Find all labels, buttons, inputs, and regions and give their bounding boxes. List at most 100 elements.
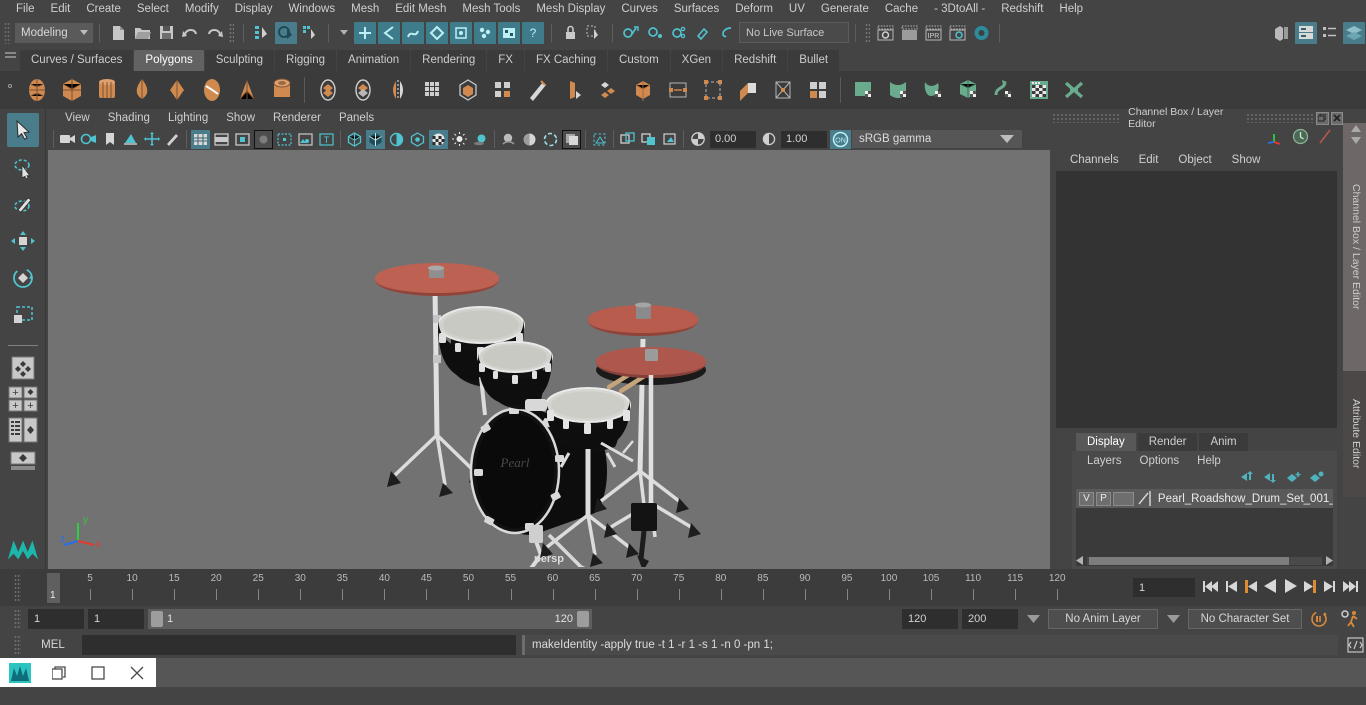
- poly-cut-icon[interactable]: [521, 74, 554, 107]
- menu-mesh-tools[interactable]: Mesh Tools: [454, 0, 528, 19]
- layout-presets[interactable]: [6, 447, 40, 475]
- save-scene-icon[interactable]: [155, 22, 177, 44]
- anim-start-field[interactable]: 1: [28, 609, 84, 629]
- menu-mesh-display[interactable]: Mesh Display: [528, 0, 613, 19]
- snap-to-point-icon[interactable]: [402, 22, 424, 44]
- step-back-frame-icon[interactable]: [1244, 579, 1258, 597]
- panel-grip-right[interactable]: [1246, 113, 1314, 123]
- menu-display[interactable]: Display: [227, 0, 281, 19]
- playback-end-field[interactable]: 120: [902, 609, 958, 629]
- viewport-menu-view[interactable]: View: [56, 109, 99, 128]
- play-backwards-icon[interactable]: [1263, 578, 1278, 597]
- current-time-indicator[interactable]: 1: [47, 573, 60, 603]
- shelf-tab-fx[interactable]: FX: [487, 50, 524, 71]
- poly-append-icon[interactable]: [626, 74, 659, 107]
- safe-title-icon[interactable]: T: [317, 130, 336, 149]
- new-scene-icon[interactable]: [107, 22, 129, 44]
- lock-icon[interactable]: [559, 22, 581, 44]
- snapping-options[interactable]: [6, 416, 40, 444]
- poly-mirror-icon[interactable]: [381, 74, 414, 107]
- xray-icon[interactable]: [590, 130, 609, 149]
- menu-select[interactable]: Select: [129, 0, 177, 19]
- channel-box-menu-show[interactable]: Show: [1222, 154, 1271, 166]
- sidebar-toggle-channel-icon[interactable]: [1319, 22, 1341, 44]
- poly-combine-icon[interactable]: [311, 74, 344, 107]
- step-forward-frame-icon[interactable]: [1303, 579, 1317, 597]
- shelf-tab-sculpting[interactable]: Sculpting: [205, 50, 274, 71]
- poly-multicut-icon[interactable]: [556, 74, 589, 107]
- poly-pipe-icon[interactable]: [265, 74, 298, 107]
- color-profile-dropdown-arrow[interactable]: [992, 130, 1022, 148]
- surface-uv-editor-icon[interactable]: [1022, 74, 1055, 107]
- anim-layer-field[interactable]: No Anim Layer: [1048, 609, 1158, 629]
- restore-window-icon[interactable]: [39, 658, 78, 687]
- menu-edit-mesh[interactable]: Edit Mesh: [387, 0, 454, 19]
- move-layer-down-icon[interactable]: [1263, 471, 1279, 486]
- character-set-dropdown-arrow[interactable]: [1162, 609, 1184, 629]
- poly-cube-icon[interactable]: [55, 74, 88, 107]
- menu-help[interactable]: Help: [1051, 0, 1091, 19]
- grid-toggle-icon[interactable]: [191, 130, 210, 149]
- channel-box-body[interactable]: [1056, 171, 1337, 428]
- shelf-tab-rendering[interactable]: Rendering: [411, 50, 486, 71]
- exposure-value-field[interactable]: 0.00: [710, 131, 756, 148]
- flat-shade-icon[interactable]: [387, 130, 406, 149]
- selection-mask-icon[interactable]: [583, 22, 605, 44]
- shelf-tab-redshift[interactable]: Redshift: [723, 50, 787, 71]
- gamma-value-field[interactable]: 1.00: [781, 131, 827, 148]
- rotate-tool[interactable]: [7, 261, 39, 295]
- color-management-toggle-icon[interactable]: ON: [830, 130, 851, 149]
- menu-mesh[interactable]: Mesh: [343, 0, 387, 19]
- shaded-wireframe-icon[interactable]: [408, 130, 427, 149]
- go-to-start-icon[interactable]: [1203, 579, 1220, 597]
- select-by-hierarchy-icon[interactable]: [251, 22, 273, 44]
- panel-grip[interactable]: [1052, 113, 1120, 123]
- shelf-tab-fx-caching[interactable]: FX Caching: [525, 50, 607, 71]
- shelf-tab-bullet[interactable]: Bullet: [788, 50, 839, 71]
- viewport-menu-lighting[interactable]: Lighting: [159, 109, 217, 128]
- layer-menu-layers[interactable]: Layers: [1078, 455, 1131, 467]
- step-back-keyframe-icon[interactable]: [1225, 579, 1239, 597]
- move-tool[interactable]: [7, 224, 39, 258]
- exposure-icon[interactable]: [688, 130, 707, 149]
- surface-revolve-icon[interactable]: [917, 74, 950, 107]
- construction-history-icon-3[interactable]: [668, 22, 690, 44]
- shelf-tab-rigging[interactable]: Rigging: [275, 50, 336, 71]
- minimize-window-icon[interactable]: [78, 658, 117, 687]
- scroll-thumb[interactable]: [1089, 557, 1289, 565]
- menu-generate[interactable]: Generate: [813, 0, 877, 19]
- sidebar-toggle-attribute-icon[interactable]: [1295, 22, 1317, 44]
- poly-target-weld-icon[interactable]: [661, 74, 694, 107]
- poly-smooth-icon[interactable]: [416, 74, 449, 107]
- image-plane-icon[interactable]: [121, 130, 140, 149]
- range-end-handle[interactable]: [577, 611, 589, 627]
- move-layer-up-icon[interactable]: [1240, 471, 1256, 486]
- two-d-pan-zoom-icon[interactable]: [142, 130, 161, 149]
- command-input[interactable]: [82, 635, 516, 655]
- snap-to-curve-icon[interactable]: [378, 22, 400, 44]
- menu-surfaces[interactable]: Surfaces: [666, 0, 727, 19]
- select-camera-icon[interactable]: [58, 130, 77, 149]
- command-line-grip[interactable]: [14, 635, 21, 655]
- layer-shading-toggle[interactable]: [1113, 492, 1134, 506]
- undo-icon[interactable]: [179, 22, 201, 44]
- anim-end-field[interactable]: 200: [962, 609, 1018, 629]
- tab-render[interactable]: Render: [1138, 433, 1198, 451]
- snap-to-pixel-icon[interactable]: [498, 22, 520, 44]
- poly-booleans-icon[interactable]: [731, 74, 764, 107]
- viewport-menu-panels[interactable]: Panels: [330, 109, 383, 128]
- time-slider-grip[interactable]: [14, 574, 21, 602]
- help-icon[interactable]: ?: [522, 22, 544, 44]
- poly-sphere-icon[interactable]: [20, 74, 53, 107]
- new-layer-icon[interactable]: [1286, 471, 1302, 486]
- current-frame-field[interactable]: 1: [1133, 578, 1195, 597]
- scroll-right-icon[interactable]: [1324, 556, 1333, 565]
- viewport-menu-renderer[interactable]: Renderer: [264, 109, 330, 128]
- surface-transfer-icon[interactable]: [1057, 74, 1090, 107]
- layer-visibility-toggle[interactable]: V: [1079, 492, 1094, 506]
- menu-create[interactable]: Create: [78, 0, 129, 19]
- surface-curved-icon[interactable]: [882, 74, 915, 107]
- last-tool-used[interactable]: [6, 354, 40, 382]
- step-forward-keyframe-icon[interactable]: [1322, 579, 1336, 597]
- layer-menu-options[interactable]: Options: [1131, 455, 1189, 467]
